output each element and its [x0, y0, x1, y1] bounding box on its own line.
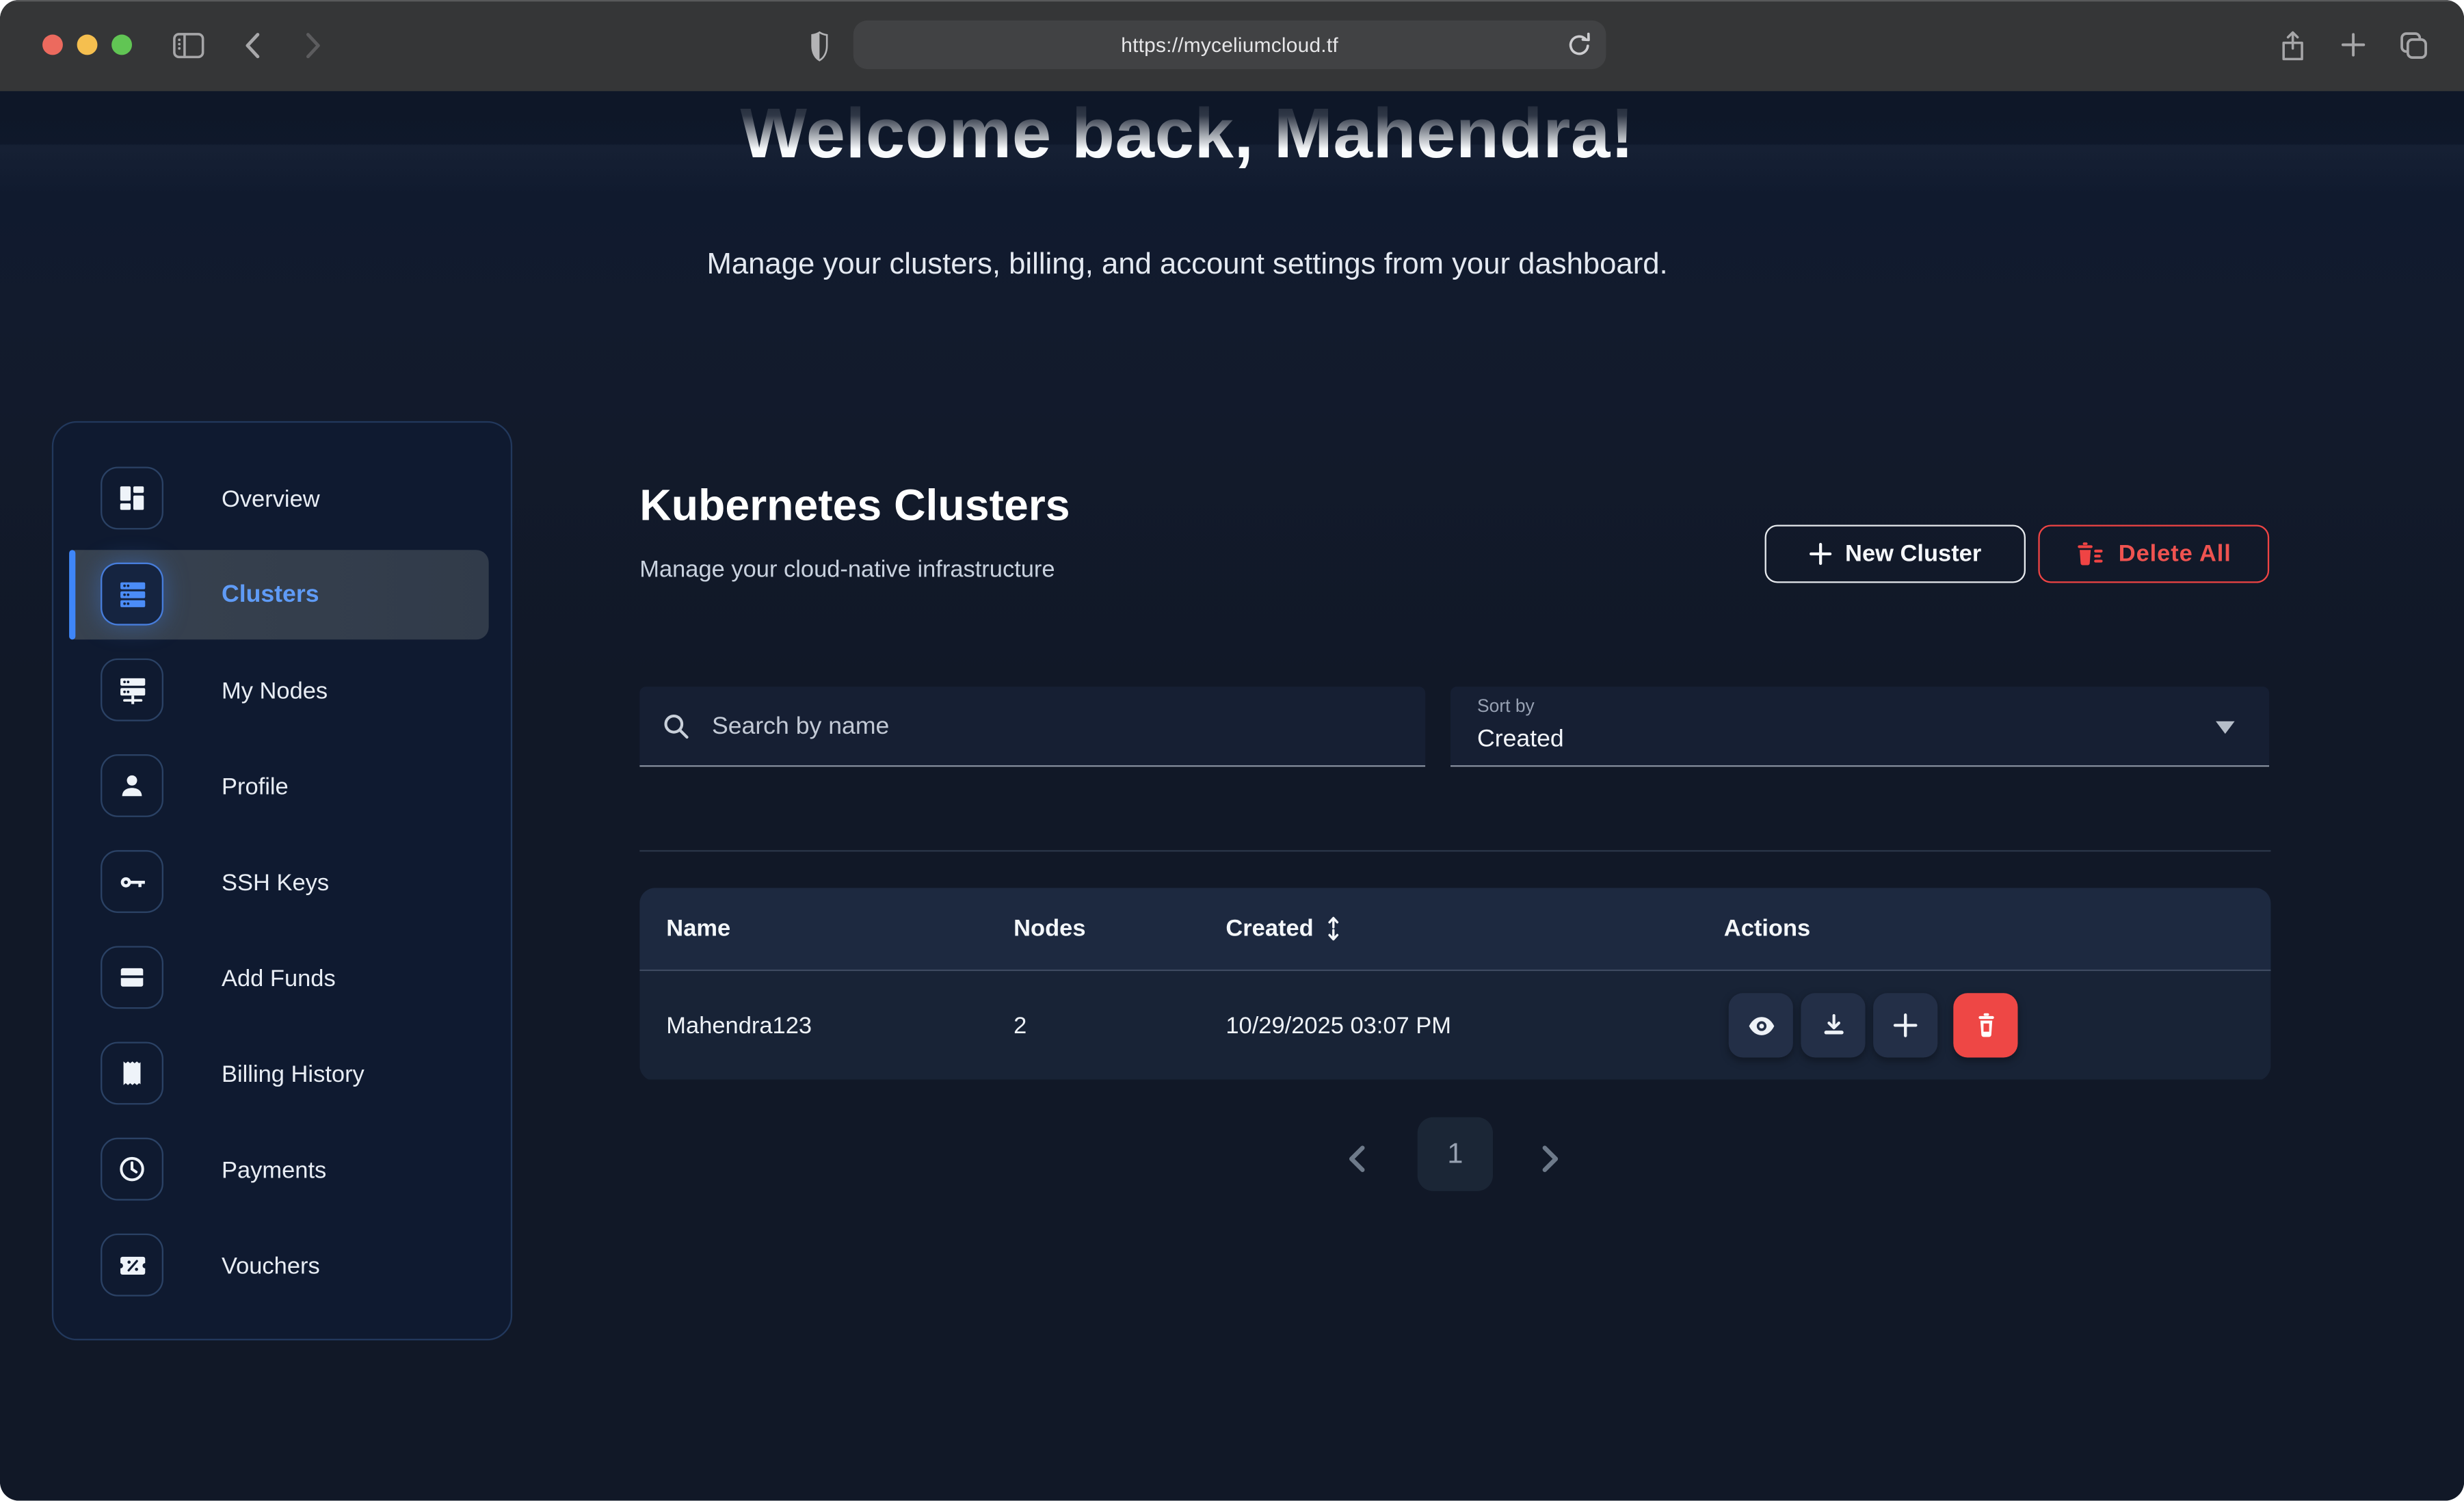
page-number-button[interactable]: 1 — [1418, 1117, 1493, 1191]
sidebar-item-payments[interactable]: Payments — [53, 1122, 511, 1218]
maximize-window-button[interactable] — [111, 35, 132, 55]
next-page-icon[interactable] — [1540, 1144, 1561, 1182]
column-header-actions: Actions — [1724, 916, 1810, 942]
page-subtitle: Manage your cloud-native infrastructure — [639, 556, 1055, 583]
key-icon — [101, 850, 163, 913]
sidebar-item-my-nodes[interactable]: My Nodes — [53, 643, 511, 739]
sort-arrows-icon — [1325, 914, 1342, 944]
minimize-window-button[interactable] — [77, 35, 98, 55]
sidebar-item-label: Billing History — [222, 1061, 365, 1087]
chevron-down-icon — [2216, 721, 2235, 734]
download-icon — [1819, 1011, 1847, 1039]
trash-icon — [1972, 1011, 2000, 1041]
download-kubeconfig-button[interactable] — [1801, 993, 1865, 1057]
sidebar-item-label: Overview — [222, 486, 320, 512]
sidebar-item-label: SSH Keys — [222, 869, 329, 896]
delete-cluster-button[interactable] — [1953, 993, 2017, 1057]
plus-icon — [1809, 542, 1832, 566]
sidebar-item-billing-history[interactable]: Billing History — [53, 1026, 511, 1122]
sidebar-item-label: Vouchers — [222, 1252, 320, 1279]
section-divider — [639, 850, 2270, 851]
add-node-button[interactable] — [1873, 993, 1937, 1057]
sidebar-item-vouchers[interactable]: Vouchers — [53, 1218, 511, 1314]
search-input[interactable] — [708, 687, 1406, 768]
sidebar-item-label: Payments — [222, 1156, 326, 1183]
close-window-button[interactable] — [42, 35, 63, 55]
clusters-table: Name Nodes Created Actions Mahendra123 2… — [639, 888, 2270, 1081]
cluster-nodes: 2 — [1014, 1012, 1026, 1039]
active-item-indicator — [69, 550, 75, 639]
sidebar-item-clusters[interactable]: Clusters — [53, 547, 511, 643]
view-cluster-button[interactable] — [1729, 993, 1793, 1057]
reload-icon[interactable] — [1567, 31, 1592, 58]
new-cluster-label: New Cluster — [1845, 540, 1981, 567]
eye-icon — [1745, 1011, 1777, 1039]
url-text: https://myceliumcloud.tf — [853, 21, 1606, 69]
tab-overview-icon[interactable] — [2398, 30, 2430, 62]
welcome-subheading: Manage your clusters, billing, and accou… — [0, 248, 2374, 283]
browser-window: https://myceliumcloud.tf — [0, 0, 2464, 1500]
search-icon — [661, 712, 691, 742]
sidebar-item-label: My Nodes — [222, 677, 328, 704]
cluster-name: Mahendra123 — [666, 1012, 812, 1039]
back-icon[interactable] — [242, 31, 263, 59]
new-cluster-button[interactable]: New Cluster — [1765, 524, 2026, 583]
dashboard-page: Welcome back, Mahendra! Manage your clus… — [0, 91, 2464, 1500]
delete-sweep-icon — [2076, 540, 2106, 568]
delete-all-label: Delete All — [2119, 540, 2231, 567]
clock-icon — [101, 1138, 163, 1201]
voucher-icon — [101, 1234, 163, 1297]
pagination: 1 — [639, 1113, 2270, 1207]
table-header-row: Name Nodes Created Actions — [639, 888, 2270, 971]
welcome-heading: Welcome back, Mahendra! — [0, 91, 2374, 177]
sidebar-item-overview[interactable]: Overview — [53, 451, 511, 546]
address-bar[interactable]: https://myceliumcloud.tf — [853, 21, 1606, 69]
delete-all-button[interactable]: Delete All — [2038, 524, 2269, 583]
search-field[interactable] — [639, 687, 1425, 767]
sort-select[interactable]: Sort by Created — [1450, 687, 2269, 767]
table-row: Mahendra123 2 10/29/2025 03:07 PM — [639, 971, 2270, 1080]
cluster-created: 10/29/2025 03:07 PM — [1226, 1012, 1451, 1039]
new-tab-icon[interactable] — [2340, 31, 2367, 58]
sidebar-item-ssh-keys[interactable]: SSH Keys — [53, 834, 511, 930]
privacy-shield-icon — [808, 30, 831, 63]
profile-icon — [101, 754, 163, 817]
sort-by-label: Sort by — [1477, 698, 1535, 717]
share-icon[interactable] — [2279, 28, 2307, 64]
plus-icon — [1892, 1012, 1919, 1039]
card-icon — [101, 946, 163, 1009]
column-header-name: Name — [666, 916, 730, 942]
previous-page-icon[interactable] — [1347, 1144, 1367, 1182]
sidebar-item-label: Clusters — [222, 581, 319, 609]
receipt-icon — [101, 1042, 163, 1105]
column-header-created[interactable]: Created — [1226, 914, 1342, 944]
dashboard-icon — [101, 466, 163, 529]
nodes-icon — [101, 659, 163, 721]
column-header-nodes: Nodes — [1014, 916, 1085, 942]
browser-toolbar: https://myceliumcloud.tf — [0, 0, 2464, 91]
sidebar-nav: Overview Clusters — [52, 421, 512, 1340]
sort-selected-value: Created — [1477, 726, 1564, 754]
page-title: Kubernetes Clusters — [639, 481, 1070, 531]
forward-icon[interactable] — [303, 31, 323, 59]
clusters-icon — [101, 563, 163, 626]
sidebar-item-profile[interactable]: Profile — [53, 739, 511, 834]
screen: https://myceliumcloud.tf — [0, 0, 2464, 1500]
sidebar-toggle-icon[interactable] — [171, 30, 206, 62]
sidebar-item-add-funds[interactable]: Add Funds — [53, 930, 511, 1026]
sidebar-item-label: Add Funds — [222, 965, 336, 992]
sidebar-item-label: Profile — [222, 773, 289, 800]
